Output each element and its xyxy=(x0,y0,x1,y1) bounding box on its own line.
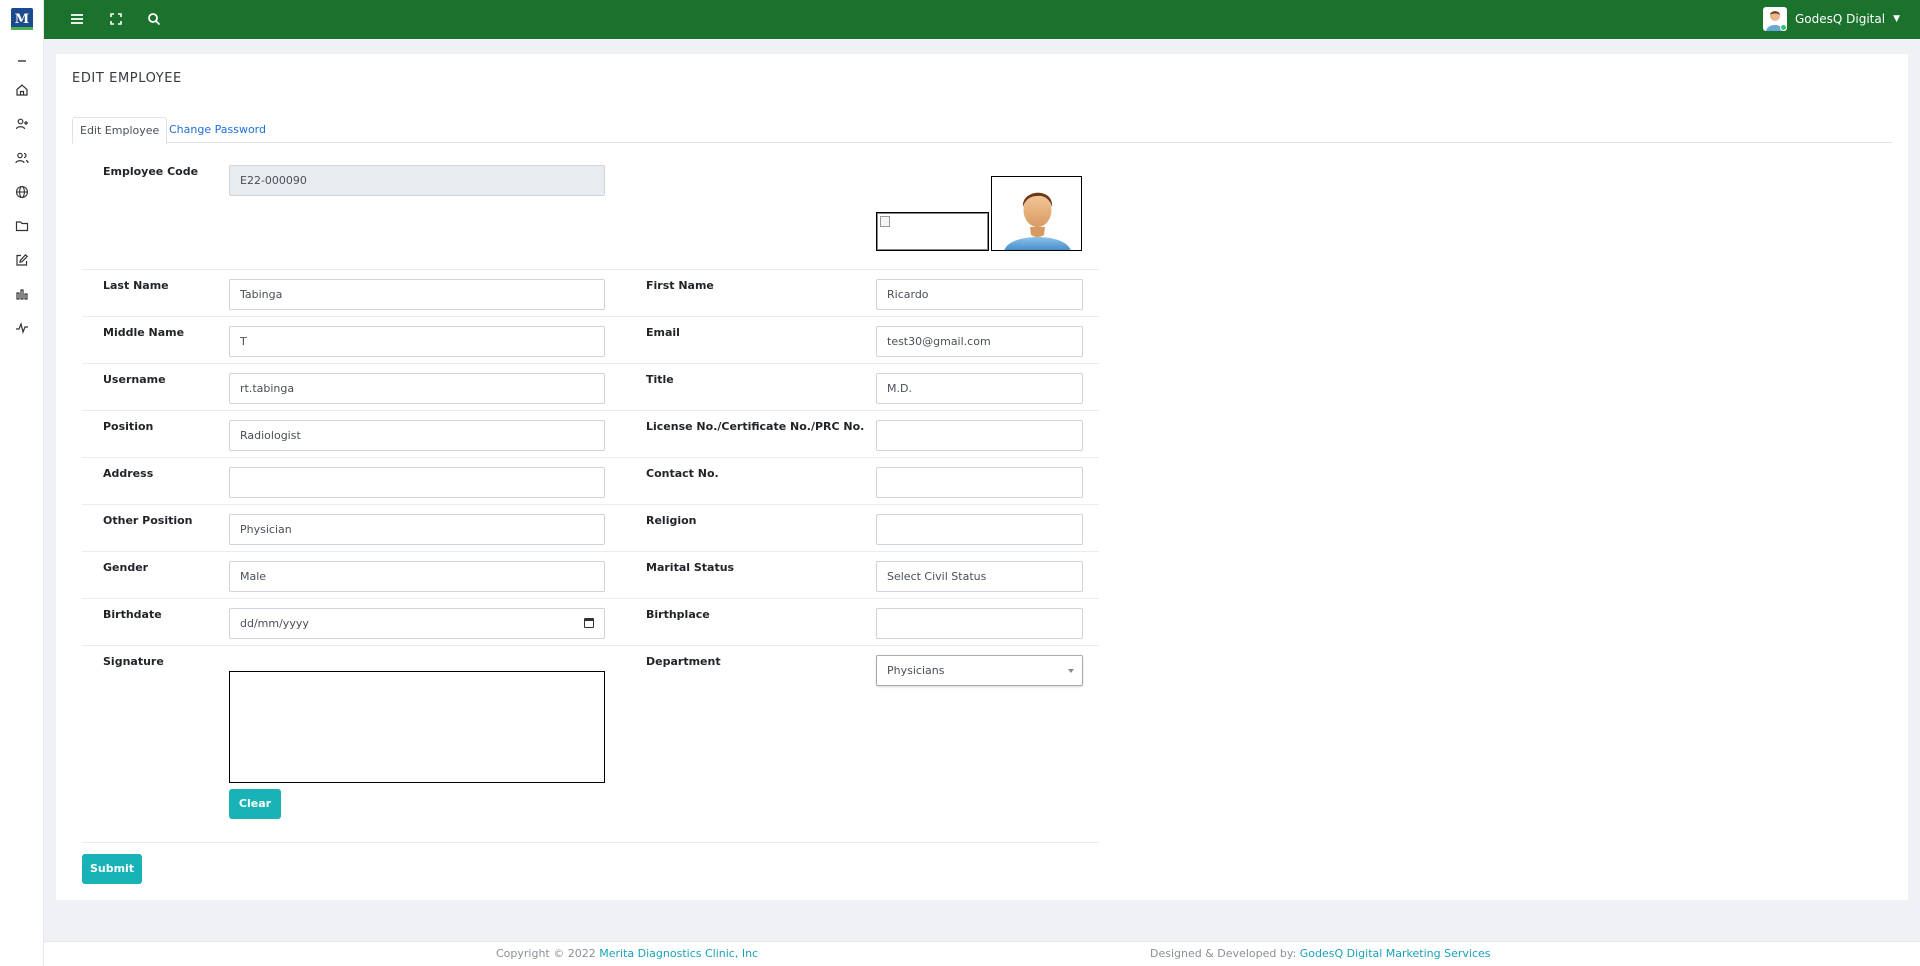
sidebar: M xyxy=(0,0,44,966)
developer-link[interactable]: GodesQ Digital Marketing Services xyxy=(1300,947,1491,960)
edit-icon[interactable] xyxy=(12,250,32,270)
globe-icon[interactable] xyxy=(12,182,32,202)
last-name-label: Last Name xyxy=(103,279,169,292)
license-label: License No./Certificate No./PRC No. xyxy=(646,420,865,433)
divider xyxy=(82,410,1099,411)
tab-change-password[interactable]: Change Password xyxy=(162,117,273,144)
calendar-icon[interactable] xyxy=(584,618,594,628)
users-icon[interactable] xyxy=(12,148,32,168)
divider xyxy=(82,598,1099,599)
activity-icon[interactable] xyxy=(12,318,32,338)
user-name: GodesQ Digital xyxy=(1795,12,1886,26)
employee-code-label: Employee Code xyxy=(103,165,199,178)
divider xyxy=(82,842,1099,843)
middle-name-label: Middle Name xyxy=(103,326,185,339)
marital-status-label: Marital Status xyxy=(646,561,735,574)
license-input[interactable] xyxy=(876,420,1083,451)
broken-image-placeholder xyxy=(876,212,989,251)
add-user-icon[interactable] xyxy=(12,114,32,134)
bar-chart-icon[interactable] xyxy=(12,284,32,304)
marital-status-input[interactable]: Select Civil Status xyxy=(876,561,1083,592)
gender-label: Gender xyxy=(103,561,149,574)
tab-bar: Edit Employee Change Password xyxy=(72,117,1892,144)
birthdate-label: Birthdate xyxy=(103,608,162,621)
broken-image-icon xyxy=(880,216,890,227)
clinic-link[interactable]: Merita Diagnostics Clinic, Inc xyxy=(599,947,758,960)
copyright-text: Copyright © 2022 xyxy=(496,947,596,960)
logo-letter: M xyxy=(14,11,30,27)
address-label: Address xyxy=(103,467,154,480)
other-position-label: Other Position xyxy=(103,514,193,527)
email-label: Email xyxy=(646,326,680,339)
birthdate-input[interactable]: dd/mm/yyyy xyxy=(229,608,605,639)
employee-photo xyxy=(991,176,1082,251)
last-name-input[interactable]: Tabinga xyxy=(229,279,605,310)
religion-label: Religion xyxy=(646,514,697,527)
app-logo[interactable]: M xyxy=(11,8,33,30)
designed-by-text: Designed & Developed by: xyxy=(1150,947,1297,960)
divider xyxy=(82,504,1099,505)
divider xyxy=(82,645,1099,646)
divider xyxy=(82,457,1099,458)
footer: Copyright © 2022 Merita Diagnostics Clin… xyxy=(44,941,1920,966)
email-input[interactable]: test30@gmail.com xyxy=(876,326,1083,357)
chevron-down-icon xyxy=(1068,669,1074,673)
position-input[interactable]: Radiologist xyxy=(229,420,605,451)
birthdate-value: dd/mm/yyyy xyxy=(240,617,309,630)
footer-copyright: Copyright © 2022 Merita Diagnostics Clin… xyxy=(496,947,758,960)
edit-employee-card: EDIT EMPLOYEE Edit Employee Change Passw… xyxy=(56,54,1908,900)
username-label: Username xyxy=(103,373,166,386)
gender-input[interactable]: Male xyxy=(229,561,605,592)
department-selected: Physicians xyxy=(887,664,945,677)
department-select[interactable]: Physicians xyxy=(876,655,1083,686)
top-navbar: GodesQ Digital ▼ xyxy=(44,0,1920,39)
first-name-input[interactable]: Ricardo xyxy=(876,279,1083,310)
title-label: Title xyxy=(646,373,674,386)
other-position-input[interactable]: Physician xyxy=(229,514,605,545)
signature-label: Signature xyxy=(103,655,164,668)
user-menu[interactable]: GodesQ Digital ▼ xyxy=(1763,6,1900,32)
minus-icon[interactable] xyxy=(12,51,32,71)
position-label: Position xyxy=(103,420,154,433)
online-status-dot xyxy=(1780,24,1787,31)
home-icon[interactable] xyxy=(12,80,32,100)
menu-icon[interactable] xyxy=(66,8,88,30)
submit-button[interactable]: Submit xyxy=(82,854,142,884)
department-label: Department xyxy=(646,655,721,668)
search-icon[interactable] xyxy=(143,8,165,30)
employee-code-field[interactable]: E22-000090 xyxy=(229,165,605,196)
divider xyxy=(82,363,1099,364)
fullscreen-icon[interactable] xyxy=(105,8,127,30)
middle-name-input[interactable]: T xyxy=(229,326,605,357)
signature-pad[interactable] xyxy=(229,671,605,783)
chevron-down-icon: ▼ xyxy=(1893,14,1900,24)
page-title: EDIT EMPLOYEE xyxy=(72,71,182,86)
contact-label: Contact No. xyxy=(646,467,719,480)
logo-bar xyxy=(11,27,33,30)
divider xyxy=(82,316,1099,317)
birthplace-input[interactable] xyxy=(876,608,1083,639)
first-name-label: First Name xyxy=(646,279,714,292)
username-input[interactable]: rt.tabinga xyxy=(229,373,605,404)
religion-input[interactable] xyxy=(876,514,1083,545)
address-input[interactable] xyxy=(229,467,605,498)
contact-input[interactable] xyxy=(876,467,1083,498)
birthplace-label: Birthplace xyxy=(646,608,710,621)
avatar xyxy=(1763,7,1787,31)
divider xyxy=(82,551,1099,552)
tab-edit-employee[interactable]: Edit Employee xyxy=(72,117,168,144)
title-input[interactable]: M.D. xyxy=(876,373,1083,404)
folder-icon[interactable] xyxy=(12,216,32,236)
footer-credits: Designed & Developed by: GodesQ Digital … xyxy=(1150,947,1491,960)
clear-signature-button[interactable]: Clear xyxy=(229,789,281,819)
divider xyxy=(82,269,1099,270)
